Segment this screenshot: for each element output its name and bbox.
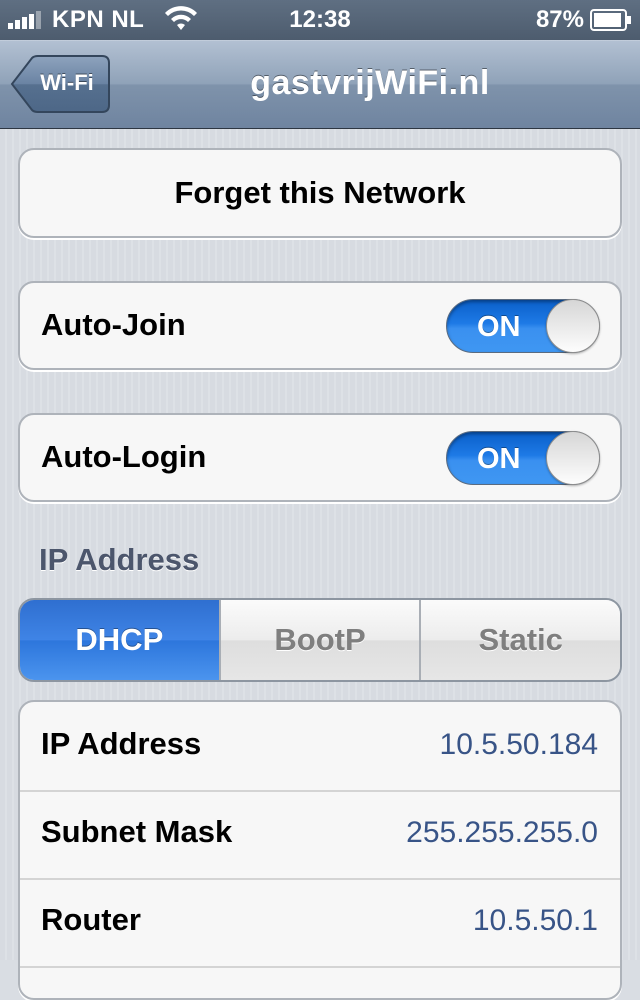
- auto-join-toggle-state: ON: [477, 311, 521, 343]
- info-row-subnet-mask: Subnet Mask 255.255.255.0: [20, 790, 620, 880]
- subnet-mask-value: 255.255.255.0: [406, 816, 598, 849]
- auto-join-toggle[interactable]: ON: [446, 299, 600, 353]
- ip-info-group: IP Address 10.5.50.184 Subnet Mask 255.2…: [18, 700, 622, 1000]
- router-value: 10.5.50.1: [472, 904, 598, 937]
- ip-address-section-header: IP Address: [39, 542, 200, 577]
- auto-login-toggle-knob[interactable]: [546, 431, 600, 485]
- auto-login-toggle[interactable]: ON: [446, 431, 600, 485]
- battery-percentage: 87%: [535, 6, 584, 33]
- info-row-ip-address: IP Address 10.5.50.184: [20, 702, 620, 792]
- info-row-router: Router 10.5.50.1: [20, 878, 620, 968]
- back-button[interactable]: Wi-Fi: [10, 55, 110, 113]
- page-title: gastvrijWiFi.nl: [250, 64, 490, 102]
- back-button-label: Wi-Fi: [40, 70, 94, 95]
- ip-address-value: 10.5.50.184: [439, 728, 598, 761]
- auto-login-row: Auto-Login ON: [18, 413, 622, 502]
- battery-icon: [590, 9, 631, 31]
- ip-address-label: IP Address: [41, 726, 202, 761]
- auto-join-toggle-knob[interactable]: [546, 299, 600, 353]
- ip-mode-segmented-control: DHCP BootP Static: [18, 598, 622, 682]
- forget-network-group: Forget this Network: [18, 148, 622, 238]
- auto-join-row: Auto-Join ON: [18, 281, 622, 370]
- router-label: Router: [41, 902, 141, 937]
- subnet-mask-label: Subnet Mask: [41, 814, 233, 849]
- segment-static[interactable]: Static: [419, 600, 620, 680]
- segment-dhcp[interactable]: DHCP: [20, 600, 219, 680]
- auto-login-label: Auto-Login: [41, 439, 207, 474]
- auto-join-label: Auto-Join: [41, 307, 186, 342]
- status-bar: KPN NL 12:38 87%: [0, 0, 640, 40]
- auto-login-toggle-state: ON: [477, 443, 521, 475]
- navigation-bar: Wi-Fi gastvrijWiFi.nl: [0, 40, 640, 129]
- segment-bootp[interactable]: BootP: [218, 600, 420, 680]
- forget-network-button[interactable]: Forget this Network: [20, 150, 620, 236]
